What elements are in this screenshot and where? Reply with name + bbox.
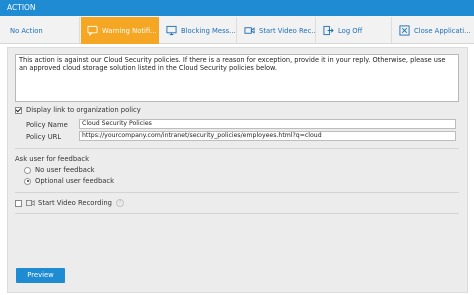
header-title: ACTION	[7, 3, 36, 12]
tab-video-label: Start Video Rec...	[259, 26, 316, 35]
feedback-title: Ask user for feedback	[15, 155, 90, 163]
tab-blocking-label: Blocking Mess...	[181, 26, 236, 35]
tab-warning-label: Warning Notifi...	[102, 26, 157, 35]
close-window-icon	[399, 25, 410, 36]
display-policy-link-label: Display link to organization policy	[26, 106, 141, 114]
divider	[15, 192, 459, 193]
optional-feedback-label: Optional user feedback	[35, 177, 115, 185]
tab-close-application[interactable]: Close Applicati...	[393, 17, 474, 44]
policy-name-input[interactable]: Cloud Security Policies	[79, 119, 456, 129]
divider	[15, 148, 459, 149]
preview-button[interactable]: Preview	[16, 268, 65, 283]
display-policy-link-row[interactable]: Display link to organization policy	[15, 106, 141, 114]
tab-close-app-label: Close Applicati...	[414, 26, 471, 35]
optional-feedback-radio[interactable]	[24, 177, 31, 185]
tab-logoff-label: Log Off	[338, 26, 363, 35]
tab-blocking-message[interactable]: Blocking Mess...	[160, 17, 237, 44]
no-feedback-radio[interactable]	[24, 166, 31, 174]
tab-log-off[interactable]: Log Off	[317, 17, 392, 44]
video-camera-icon	[26, 200, 35, 206]
tab-no-action[interactable]: No Action	[0, 17, 80, 44]
optional-feedback-option[interactable]: Optional user feedback	[24, 177, 114, 185]
warning-message-textarea[interactable]: This action is against our Cloud Securit…	[15, 54, 459, 102]
no-feedback-label: No user feedback	[35, 166, 95, 174]
policy-url-input[interactable]: https://yourcompany.com/intranet/securit…	[79, 131, 456, 141]
start-video-recording-row[interactable]: Start Video Recording ?	[15, 199, 124, 207]
tab-no-action-label: No Action	[10, 26, 43, 35]
help-icon[interactable]: ?	[115, 199, 124, 207]
speech-bubble-icon	[87, 25, 98, 36]
start-video-recording-checkbox[interactable]	[15, 199, 22, 207]
action-tabs: No Action Warning Notifi... Blocking Mes…	[0, 16, 474, 44]
monitor-icon	[166, 25, 177, 36]
tab-warning-notification[interactable]: Warning Notifi...	[81, 17, 159, 44]
logout-icon	[323, 25, 334, 36]
action-header: ACTION	[0, 0, 474, 16]
divider	[15, 213, 459, 214]
tab-start-video-recording[interactable]: Start Video Rec...	[238, 17, 316, 44]
no-feedback-option[interactable]: No user feedback	[24, 166, 95, 174]
video-camera-icon	[244, 27, 255, 34]
start-video-recording-label: Start Video Recording	[38, 199, 112, 207]
policy-url-label: Policy URL	[26, 133, 62, 141]
policy-name-label: Policy Name	[26, 121, 68, 129]
display-policy-link-checkbox[interactable]	[15, 106, 22, 114]
